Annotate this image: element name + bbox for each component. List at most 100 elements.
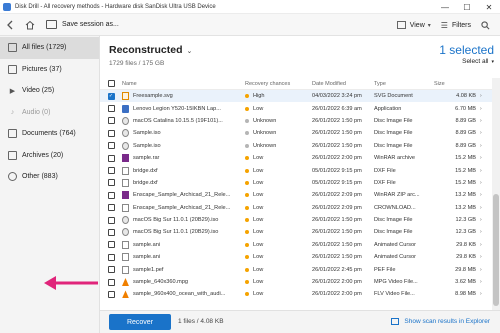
- sidebar-item-all-files[interactable]: All files (1729): [0, 37, 99, 59]
- table-row[interactable]: macOS Big Sur 11.0.1 (20B29).iso Low 26/01…: [100, 226, 492, 238]
- row-expand-icon[interactable]: ›: [480, 155, 492, 161]
- recovery-chance: Unknown: [253, 117, 277, 124]
- row-checkbox-cell: [100, 191, 122, 199]
- row-expand-icon[interactable]: ›: [480, 279, 492, 285]
- recovery-chance: Low: [253, 291, 264, 298]
- row-checkbox-cell: [100, 278, 122, 286]
- row-expand-icon[interactable]: ›: [480, 254, 492, 260]
- column-size[interactable]: Size: [430, 81, 480, 87]
- view-button[interactable]: View ▾: [396, 21, 431, 29]
- row-checkbox[interactable]: [107, 228, 115, 236]
- disc-file-icon: [122, 228, 129, 237]
- row-checkbox[interactable]: [107, 266, 115, 274]
- scrollbar-thumb[interactable]: [493, 194, 499, 306]
- row-expand-icon[interactable]: ›: [480, 106, 492, 112]
- table-row[interactable]: macOS Big Sur 11.0.1 (20B29).iso Low 26/01…: [100, 214, 492, 226]
- row-checkbox[interactable]: [107, 241, 115, 249]
- close-button[interactable]: ✕: [478, 0, 500, 14]
- row-checkbox[interactable]: [107, 105, 115, 113]
- row-expand-icon[interactable]: ›: [480, 93, 492, 99]
- row-checkbox[interactable]: [107, 290, 115, 298]
- row-expand-icon[interactable]: ›: [480, 267, 492, 273]
- recover-button[interactable]: Recover: [109, 314, 171, 330]
- file-size: 12.3 GB: [455, 229, 476, 236]
- table-row[interactable]: Enscape_Sample_Archicad_21_Rele... Low 26/…: [100, 189, 492, 201]
- row-expand-icon[interactable]: ›: [480, 291, 492, 297]
- row-expand-icon[interactable]: ›: [480, 242, 492, 248]
- row-checkbox[interactable]: [107, 129, 115, 137]
- table-row[interactable]: sample1.pef Low 26/01/2022 2:45 pm PEF File…: [100, 263, 492, 275]
- row-checkbox[interactable]: [107, 154, 115, 162]
- sidebar-item-pictures[interactable]: Pictures (37): [0, 59, 99, 81]
- table-row[interactable]: Sample.iso Unknown 26/01/2022 1:50 pm Disc …: [100, 140, 492, 152]
- sidebar-item-video[interactable]: ▶ Video (25): [0, 80, 99, 102]
- table-row[interactable]: Lenovo Legion Y520-15IKBN Lap... Low 26/01…: [100, 102, 492, 114]
- table-row[interactable]: sample.ani Low 26/01/2022 1:50 pm Animated …: [100, 239, 492, 251]
- column-name[interactable]: Name: [122, 81, 245, 87]
- recovery-chance-cell: Low: [245, 155, 312, 161]
- table-row[interactable]: sample.rar Low 26/01/2022 2:00 pm WinRAR ar…: [100, 152, 492, 164]
- file-name: sample.ani: [133, 241, 161, 248]
- file-name: sample.ani: [133, 254, 161, 261]
- table-row[interactable]: bridge.dxf Low 05/01/2022 9:15 pm DXF File 1…: [100, 177, 492, 189]
- row-checkbox[interactable]: [107, 253, 115, 261]
- view-title-dropdown[interactable]: Reconstructed ⌄: [109, 44, 192, 56]
- row-checkbox[interactable]: ✓: [107, 92, 115, 100]
- column-recovery[interactable]: Recovery chances: [245, 81, 312, 87]
- column-date[interactable]: Date Modified: [312, 81, 374, 87]
- recovery-chance-cell: Low: [245, 205, 312, 211]
- sidebar-item-other[interactable]: Other (883): [0, 166, 99, 188]
- table-row[interactable]: macOS Catalina 10.15.5 (19F101)... Unknow…: [100, 115, 492, 127]
- row-checkbox-cell: [100, 290, 122, 298]
- table-row[interactable]: sample.ani Low 26/01/2022 1:50 pm Animated …: [100, 251, 492, 263]
- date-modified: 26/01/2022 2:00 pm: [312, 155, 362, 162]
- home-button[interactable]: [20, 15, 40, 35]
- select-all-dropdown[interactable]: Select all ▾: [462, 58, 494, 65]
- row-expand-icon[interactable]: ›: [480, 143, 492, 149]
- row-checkbox[interactable]: [107, 117, 115, 125]
- search-button[interactable]: [481, 20, 490, 30]
- row-checkbox[interactable]: [107, 142, 115, 150]
- table-row[interactable]: ✓ Freesample.svg High 04/03/2022 3:24 pm SVG…: [100, 90, 492, 103]
- toolbar-right: View ▾ ☰ Filters: [396, 14, 500, 36]
- sidebar-item-audio[interactable]: ♪ Audio (0): [0, 102, 99, 124]
- row-expand-icon[interactable]: ›: [480, 130, 492, 136]
- table-row[interactable]: sample_640x360.mpg Low 26/01/2022 2:00 pm M…: [100, 276, 492, 288]
- show-in-explorer-link[interactable]: Show scan results in Explorer: [391, 318, 490, 325]
- minimize-button[interactable]: —: [434, 0, 456, 14]
- select-all-checkbox[interactable]: [107, 80, 115, 87]
- row-expand-icon[interactable]: ›: [480, 229, 492, 235]
- row-expand-icon[interactable]: ›: [480, 205, 492, 211]
- folder-icon: [46, 20, 57, 29]
- row-checkbox-cell: [100, 117, 122, 125]
- maximize-button[interactable]: ☐: [456, 0, 478, 14]
- row-checkbox[interactable]: [107, 216, 115, 224]
- row-checkbox[interactable]: [107, 179, 115, 187]
- table-row[interactable]: sample_960x400_ocean_with_audi... Low 26/0…: [100, 288, 492, 300]
- table-header: Name Recovery chances Date Modified Type…: [100, 78, 492, 90]
- back-button[interactable]: [0, 15, 20, 35]
- sidebar-item-archives[interactable]: Archives (20): [0, 145, 99, 167]
- table-row[interactable]: Enscape_Sample_Archicad_21_Rele... Low 26/…: [100, 202, 492, 214]
- row-checkbox[interactable]: [107, 278, 115, 286]
- table-row[interactable]: bridge.dxf Low 05/01/2022 9:15 pm DXF File 1…: [100, 164, 492, 176]
- row-expand-icon[interactable]: ›: [480, 217, 492, 223]
- sidebar-item-documents[interactable]: Documents (764): [0, 123, 99, 145]
- table-row[interactable]: Sample.iso Unknown 26/01/2022 1:50 pm Disc …: [100, 127, 492, 139]
- row-checkbox[interactable]: [107, 204, 115, 212]
- row-checkbox-cell: [100, 241, 122, 249]
- row-expand-icon[interactable]: ›: [480, 118, 492, 124]
- row-expand-icon[interactable]: ›: [480, 168, 492, 174]
- file-size: 29.8 KB: [456, 241, 476, 248]
- row-expand-icon[interactable]: ›: [480, 180, 492, 186]
- row-checkbox[interactable]: [107, 167, 115, 175]
- recovery-chance: Low: [253, 204, 264, 211]
- file-size: 15.2 MB: [455, 167, 476, 174]
- column-type[interactable]: Type: [374, 81, 430, 87]
- row-checkbox[interactable]: [107, 191, 115, 199]
- save-session-button[interactable]: Save session as...: [46, 20, 119, 29]
- archive-icon: [8, 150, 17, 160]
- scrollbar[interactable]: [492, 78, 500, 310]
- filters-button[interactable]: ☰ Filters: [441, 21, 471, 30]
- row-expand-icon[interactable]: ›: [480, 192, 492, 198]
